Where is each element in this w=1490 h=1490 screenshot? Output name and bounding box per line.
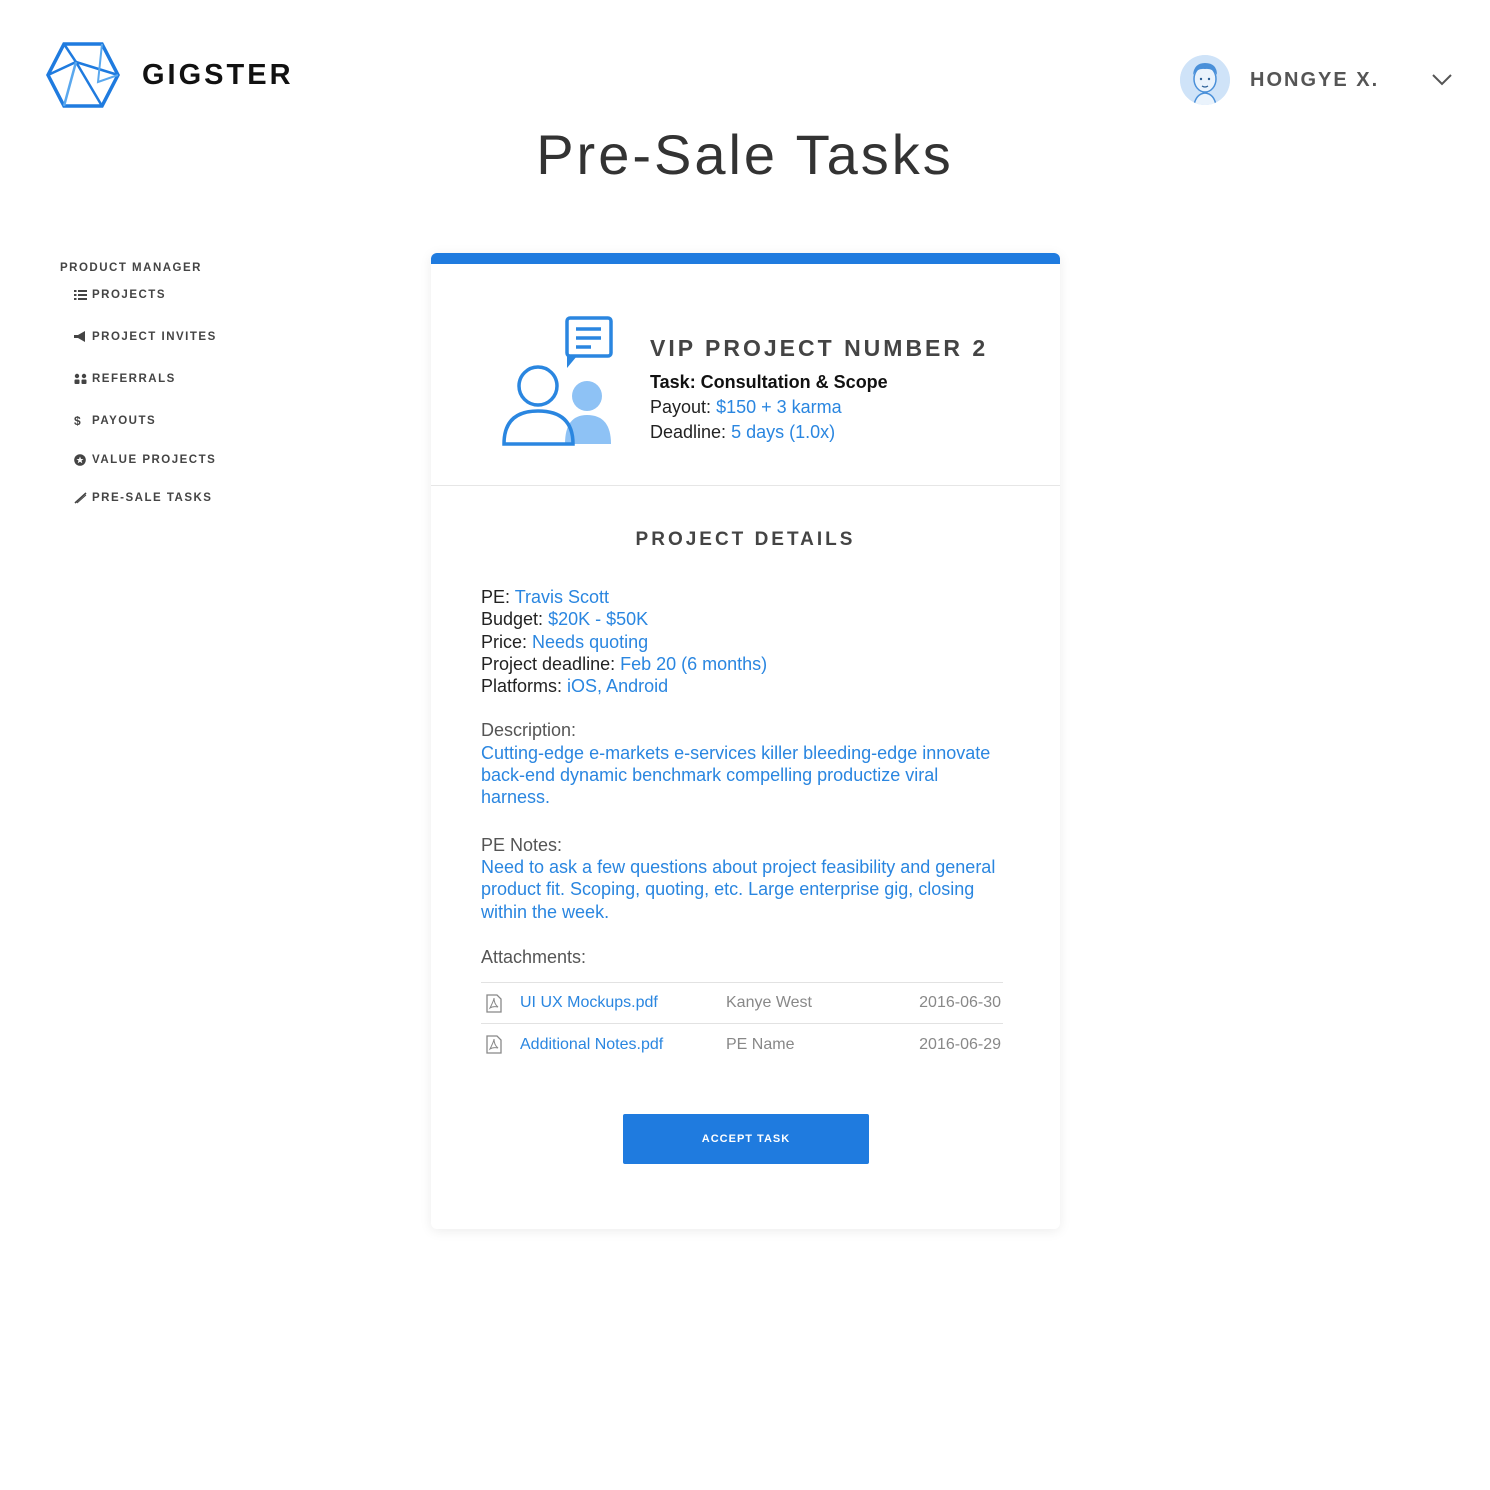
user-avatar-icon (1180, 55, 1230, 105)
pe-value[interactable]: Travis Scott (515, 587, 609, 607)
sidebar-item-label: REFERRALS (92, 373, 176, 385)
pdf-icon (486, 993, 502, 1013)
project-deadline-row: Project deadline: Feb 20 (6 months) (481, 653, 1011, 675)
task-type: Task: Consultation & Scope (650, 372, 888, 392)
user-menu[interactable]: HONGYE X. (1180, 55, 1379, 105)
brand-logo[interactable]: GIGSTER (46, 42, 294, 108)
sidebar: PRODUCT MANAGER PROJECTS PROJECT INVITES… (60, 262, 217, 505)
sidebar-item-value-projects[interactable]: VALUE PROJECTS (74, 453, 217, 467)
project-details-title: PROJECT DETAILS (635, 529, 856, 550)
project-name: VIP PROJECT NUMBER 2 (650, 335, 989, 361)
chevron-down-icon[interactable] (1430, 70, 1454, 90)
attachment-owner: PE Name (726, 1035, 795, 1053)
payout-value: $150 + 3 karma (716, 397, 842, 417)
platforms-label: Platforms: (481, 676, 563, 697)
dollar-icon: $ (74, 414, 83, 428)
platforms-value: iOS, Android (567, 676, 669, 697)
card-accent-bar (431, 253, 1060, 264)
price-label: Price: (481, 631, 528, 652)
avatar (1180, 55, 1230, 105)
payout-row: Payout: $150 + 3 karma (650, 395, 988, 420)
table-row[interactable]: UI UX Mockups.pdf Kanye West 2016-06-30 (481, 983, 1003, 1024)
pe-notes-text: Need to ask a few questions about projec… (481, 856, 996, 922)
pe-notes-block: PE Notes: Need to ask a few questions ab… (481, 834, 1011, 923)
attachment-file-link[interactable]: Additional Notes.pdf (520, 1036, 726, 1054)
attachment-owner: Kanye West (726, 994, 812, 1011)
attachment-date: 2016-06-30 (919, 994, 1001, 1011)
project-deadline-label: Project deadline: (481, 653, 616, 674)
description-text: Cutting-edge e-markets e-services killer… (481, 742, 991, 808)
platforms-row: Platforms: iOS, Android (481, 675, 1011, 697)
price-value: Needs quoting (532, 631, 649, 652)
sidebar-item-label: VALUE PROJECTS (92, 454, 217, 466)
sidebar-item-projects[interactable]: PROJECTS (74, 288, 217, 302)
pdf-icon (486, 1035, 502, 1054)
sidebar-item-label: PRE-SALE TASKS (92, 492, 213, 504)
pe-notes-label: PE Notes: (481, 834, 563, 855)
sidebar-item-payouts[interactable]: $ PAYOUTS (74, 414, 217, 428)
pen-icon (74, 492, 87, 504)
page-title: Pre-Sale Tasks (536, 123, 954, 186)
task-info: VIP PROJECT NUMBER 2 Task: Consultation … (650, 335, 988, 445)
price-row: Price: Needs quoting (481, 631, 1011, 653)
gigster-cube-icon (46, 42, 120, 108)
pe-label: PE: (481, 587, 511, 607)
accept-task-button[interactable]: ACCEPT TASK (623, 1114, 869, 1164)
description-label: Description: (481, 720, 577, 741)
consultation-icon (502, 316, 613, 446)
payout-label: Payout: (650, 397, 712, 417)
description-block: Description: Cutting-edge e-markets e-se… (481, 719, 1011, 808)
star-circle-icon (74, 454, 86, 466)
table-row[interactable]: Additional Notes.pdf PE Name 2016-06-29 (481, 1024, 1003, 1065)
sidebar-heading: PRODUCT MANAGER (60, 262, 202, 274)
attachments-label: Attachments: (481, 947, 587, 967)
deadline-value: 5 days (1.0x) (731, 422, 836, 442)
task-summary: VIP PROJECT NUMBER 2 Task: Consultation … (431, 264, 1060, 486)
pre-sale-tasks-page: GIGSTER HONGYE X. Pre-Sale Tasks PRODUCT… (0, 0, 1490, 1490)
attachment-date: 2016-06-29 (919, 1035, 1001, 1053)
budget-value: $20K - $50K (548, 609, 649, 630)
pe-row: PE: Travis Scott (481, 586, 1011, 608)
project-deadline-value: Feb 20 (6 months) (620, 653, 768, 674)
sidebar-item-label: PROJECTS (92, 289, 166, 301)
attachment-file-link[interactable]: UI UX Mockups.pdf (520, 994, 726, 1012)
project-details: PE: Travis Scott Budget: $20K - $50K Pri… (481, 586, 1011, 923)
sidebar-item-label: PROJECT INVITES (92, 331, 217, 343)
task-card: VIP PROJECT NUMBER 2 Task: Consultation … (431, 253, 1060, 1229)
sidebar-item-project-invites[interactable]: PROJECT INVITES (74, 330, 217, 344)
deadline-label: Deadline: (650, 422, 727, 442)
deadline-row: Deadline: 5 days (1.0x) (650, 420, 988, 445)
budget-row: Budget: $20K - $50K (481, 608, 1011, 630)
attachments-table: UI UX Mockups.pdf Kanye West 2016-06-30 … (481, 982, 1003, 1065)
user-name: HONGYE X. (1250, 68, 1380, 91)
sidebar-item-pre-sale-tasks[interactable]: PRE-SALE TASKS (74, 491, 217, 505)
attachments: Attachments: UI UX Mockups.pdf Kanye Wes… (481, 947, 1003, 1065)
sidebar-item-label: PAYOUTS (92, 415, 157, 427)
brand-name: GIGSTER (142, 58, 294, 91)
list-icon (74, 290, 87, 300)
megaphone-icon (74, 331, 85, 342)
people-icon (74, 373, 87, 384)
sidebar-item-referrals[interactable]: REFERRALS (74, 372, 217, 386)
budget-label: Budget: (481, 609, 544, 630)
